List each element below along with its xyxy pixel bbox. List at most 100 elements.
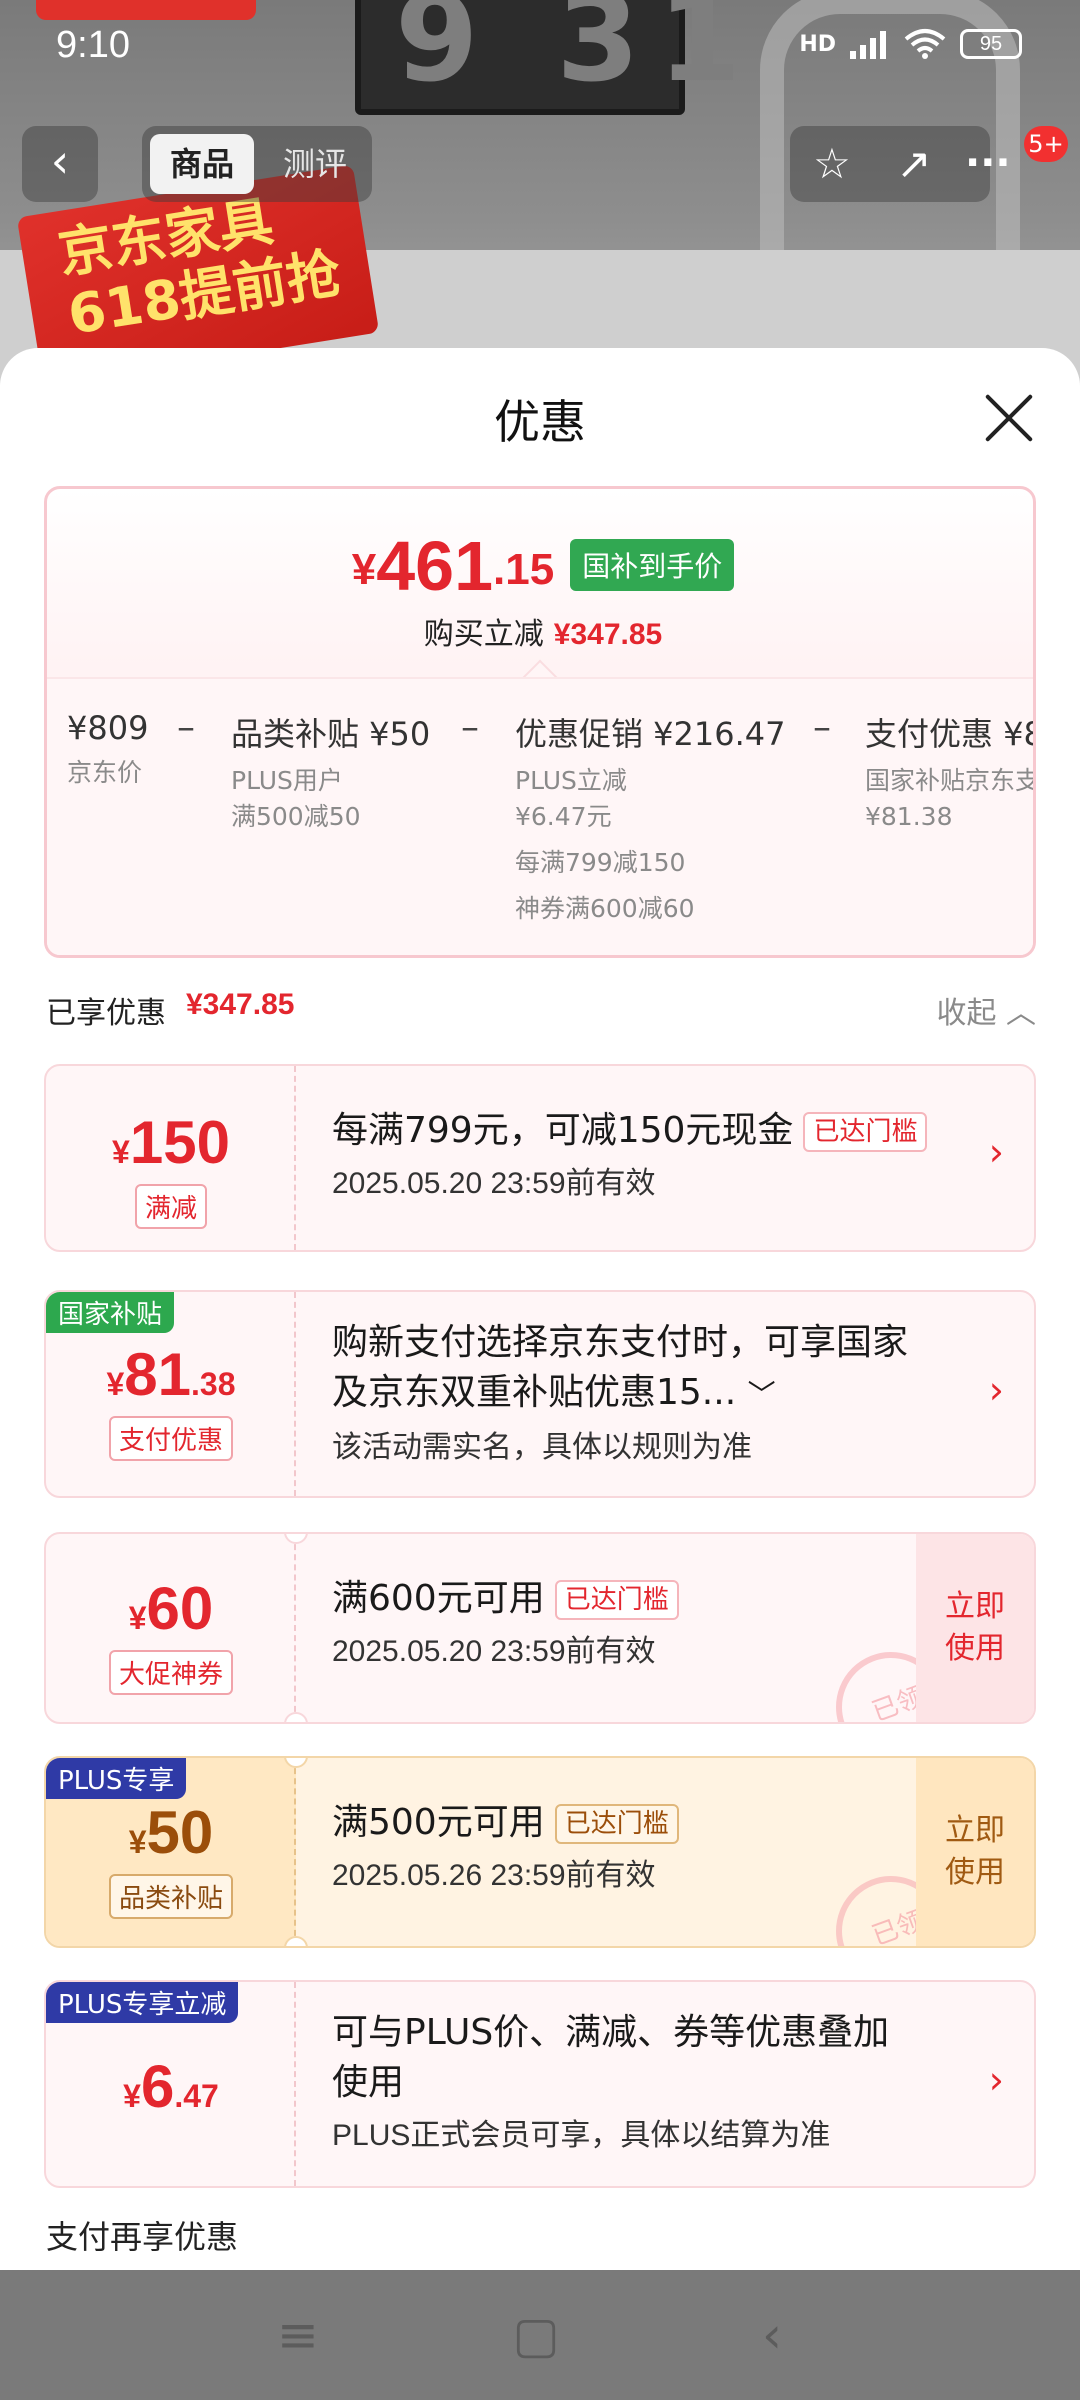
breakdown-sub-line: 神券满600减60 [515, 894, 695, 923]
threshold-badge: 已达门槛 [554, 1580, 679, 1620]
back-nav-icon[interactable]: ‹ [732, 2300, 812, 2370]
price-decimal: .15 [493, 545, 555, 594]
discount-sheet: 优惠 ¥ 461 .15 国补到手价 购买立减 ¥347.85 ¥809 京东价 … [0, 348, 1080, 2270]
enjoyed-label: 已享优惠 [46, 996, 166, 1031]
coupon-title: 每满799元，可减150元现金 已达门槛 [332, 1106, 928, 1156]
use-now-line: 立即 [945, 1589, 1005, 1624]
coupon-title-text: 及京东双重补贴优惠15... [332, 1372, 737, 1413]
coupon-type-label: 大促神券 [108, 1650, 233, 1695]
coupon-amount-int: 6 [140, 2053, 175, 2120]
minus-sign: – [177, 707, 195, 748]
use-now-line: 立即 [945, 1813, 1005, 1848]
breakdown-promotion: 优惠促销 ¥216.47 PLUS立减 ¥6.47元 每满799减150 神券满… [515, 709, 786, 927]
enjoyed-discount-row: 已享优惠 ¥347.85 收起 ︿ [46, 988, 1036, 1038]
price-currency: ¥ [351, 545, 377, 594]
breakdown-jd-price: ¥809 京东价 [67, 709, 148, 791]
chevron-right-icon[interactable]: › [989, 1368, 1004, 1412]
battery-icon: 95 [960, 29, 1022, 59]
breakdown-sub-line: 国家补贴京东支 [865, 766, 1036, 795]
coupon-amount: ¥150 [46, 1108, 296, 1177]
threshold-badge: 已达门槛 [803, 1112, 928, 1152]
breakdown-title: ¥809 [67, 709, 149, 747]
coupon-details: 满500元可用 已达门槛 2025.05.26 23:59前有效 [332, 1798, 679, 1894]
collapse-button[interactable]: 收起 ︿ [936, 988, 1036, 1032]
breakdown-payment: 支付优惠 ¥8 国家补贴京东支 ¥81.38 [865, 709, 1036, 835]
favorite-star-icon[interactable]: ☆ [800, 132, 864, 196]
more-icon[interactable]: ··· [965, 140, 1011, 186]
coupon-title-line: 使用 [332, 2062, 405, 2103]
breakdown-category-subsidy: 品类补贴 ¥50 PLUS用户 满500减50 [231, 709, 430, 835]
coupon-currency: ¥ [123, 2078, 141, 2114]
back-button[interactable]: ‹ [22, 126, 98, 202]
tab-review[interactable]: 测评 [270, 134, 360, 194]
coupon-currency: ¥ [112, 1134, 130, 1170]
coupon-validity: 2025.05.20 23:59前有效 [332, 1167, 656, 1200]
chevron-down-icon[interactable]: ﹀ [748, 1378, 776, 1411]
breakdown-sub-line: PLUS用户 [231, 766, 343, 795]
reduce-amount: ¥347.85 [553, 618, 663, 651]
coupon-card-plus-category: ¥50 品类补贴 PLUS专享 满500元可用 已达门槛 2025.05.26 2… [44, 1756, 1036, 1948]
breakdown-title: 品类补贴 ¥50 [231, 715, 431, 753]
final-price: ¥ 461 .15 国补到手价 [47, 531, 1033, 601]
coupon-amount: ¥81.38 [46, 1340, 296, 1409]
product-tabs: 商品 测评 [142, 126, 372, 202]
chevron-up-icon: ︿ [1006, 996, 1036, 1031]
breakdown-sub: 京东价 [67, 758, 143, 787]
coupon-title-text: 每满799元，可减150元现金 [332, 1110, 794, 1151]
coupon-card-big-promo: ¥60 大促神券 满600元可用 已达门槛 2025.05.20 23:59前有效… [44, 1532, 1036, 1724]
enjoyed-amount: ¥347.85 [186, 988, 295, 1021]
tab-product[interactable]: 商品 [150, 134, 254, 194]
status-icons: HD 95 [799, 28, 1022, 60]
collapse-label: 收起 [936, 996, 997, 1031]
breakdown-sub: 国家补贴京东支 ¥81.38 [865, 763, 1036, 835]
coupon-type-tag: 品类补贴 [46, 1874, 296, 1919]
menu-icon[interactable]: ≡ [258, 2300, 338, 2370]
sheet-title: 优惠 [494, 395, 586, 449]
coupon-amount-int: 150 [129, 1109, 230, 1176]
coupon-card-plus-instant[interactable]: ¥6.47 PLUS专享立减 可与PLUS价、满减、券等优惠叠加 使用 PLUS… [44, 1980, 1036, 2188]
breakdown-sub: PLUS用户 满500减50 [231, 763, 430, 835]
network-label: HD [799, 31, 836, 57]
use-now-button[interactable]: 立即 使用 [916, 1534, 1034, 1722]
coupon-validity: 2025.05.26 23:59前有效 [332, 1859, 656, 1892]
home-icon[interactable]: ▢ [496, 2300, 576, 2370]
breakdown-sub-line: ¥6.47元 [515, 802, 612, 831]
coupon-title: 满500元可用 已达门槛 [332, 1798, 679, 1848]
coupon-currency: ¥ [128, 1824, 147, 1860]
use-now-button[interactable]: 立即 使用 [916, 1758, 1034, 1946]
card-notch [284, 1936, 308, 1946]
share-icon[interactable]: ↗ [882, 132, 946, 196]
chevron-right-icon[interactable]: › [989, 2058, 1004, 2102]
coupon-card-payment[interactable]: ¥81.38 支付优惠 国家补贴 购新支付选择京东支付时，可享国家 及京东双重补… [44, 1290, 1036, 1498]
close-icon[interactable] [980, 390, 1036, 446]
subsidy-price-tag: 国补到手价 [570, 539, 735, 591]
threshold-badge: 已达门槛 [554, 1804, 679, 1844]
coupon-title-line: 购新支付选择京东支付时，可享国家 [332, 1322, 909, 1363]
reduce-row: 购买立减 ¥347.85 [47, 609, 1033, 653]
wifi-icon [904, 29, 946, 59]
coupon-type-label: 支付优惠 [108, 1416, 233, 1461]
system-nav-bar: ≡ ▢ ‹ [0, 2270, 1080, 2400]
reduce-label: 购买立减 [423, 617, 544, 652]
coupon-amount-int: 81 [124, 1341, 192, 1408]
coupon-card-full-reduction[interactable]: ¥150 满减 每满799元，可减150元现金 已达门槛 2025.05.20 2… [44, 1064, 1036, 1252]
coupon-currency: ¥ [128, 1600, 147, 1636]
coupon-amount-int: 60 [146, 1575, 214, 1642]
nav-actions: ☆ ↗ [790, 126, 990, 202]
message-badge: 5+ [1024, 126, 1068, 162]
coupon-amount: ¥6.47 [46, 2052, 296, 2121]
coupon-details: 购新支付选择京东支付时，可享国家 及京东双重补贴优惠15... ﹀ 该活动需实名… [332, 1318, 908, 1466]
coupon-note: 该活动需实名，具体以规则为准 [332, 1431, 752, 1464]
plus-instant-badge: PLUS专享立减 [46, 1982, 239, 2023]
coupon-title-text: 满500元可用 [332, 1802, 545, 1843]
coupon-details: 可与PLUS价、满减、券等优惠叠加 使用 PLUS正式会员可享，具体以结算为准 [332, 2008, 889, 2154]
breakdown-title: 优惠促销 ¥216.47 [515, 715, 786, 753]
plus-exclusive-badge: PLUS专享 [46, 1758, 187, 1799]
coupon-title-line: 可与PLUS价、满减、券等优惠叠加 [332, 2012, 890, 2053]
price-summary-card: ¥ 461 .15 国补到手价 购买立减 ¥347.85 ¥809 京东价 – 品… [44, 486, 1036, 958]
breakdown-sub-line: ¥81.38 [865, 802, 953, 831]
use-now-line: 使用 [945, 1855, 1005, 1890]
coupon-amount: ¥50 [46, 1798, 296, 1867]
use-now-line: 使用 [945, 1631, 1005, 1666]
chevron-right-icon[interactable]: › [989, 1130, 1004, 1174]
